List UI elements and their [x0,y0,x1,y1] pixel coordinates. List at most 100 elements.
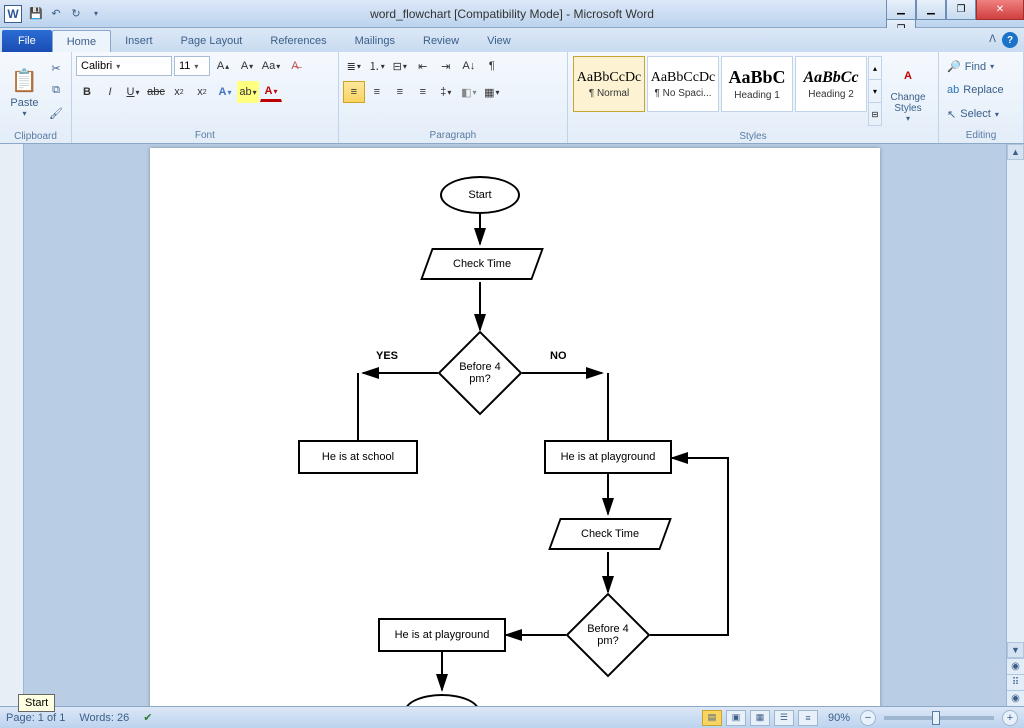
quick-access-toolbar: 💾 ↶ ↻ ▾ [28,6,104,22]
find-button[interactable]: 🔎Find▾ [943,57,1019,77]
strikethrough-button[interactable]: abc [145,81,167,103]
format-painter-icon[interactable]: 🖌 [47,105,65,123]
style-heading-2[interactable]: AaBbCcHeading 2 [795,56,867,112]
zoom-out-button[interactable]: − [860,710,876,726]
tab-references[interactable]: References [256,30,340,52]
view-print-layout-button[interactable]: ▤ [702,710,722,726]
bullets-button[interactable]: ≣▾ [343,55,365,77]
redo-icon[interactable]: ↻ [68,6,84,22]
multilevel-button[interactable]: ⊟▾ [389,55,411,77]
help-icon[interactable]: ? [1002,32,1018,48]
label-yes: YES [376,350,398,362]
sort-button[interactable]: A↓ [458,55,480,77]
status-proofing-icon[interactable]: ✔ [143,711,152,724]
bold-button[interactable]: B [76,81,98,103]
tab-page-layout[interactable]: Page Layout [167,30,257,52]
numbering-button[interactable]: ⒈▾ [366,55,388,77]
node-at-playground-1[interactable]: He is at playground [544,440,672,474]
align-center-button[interactable]: ≡ [366,81,388,103]
page: Start Check Time Before 4 pm? YES NO He … [150,148,880,706]
node-check-time-1[interactable]: Check Time [420,248,544,280]
status-words[interactable]: Words: 26 [79,712,129,724]
zoom-in-button[interactable]: + [1002,710,1018,726]
font-name-combo[interactable]: Calibri▾ [76,56,172,76]
italic-button[interactable]: I [99,81,121,103]
replace-button[interactable]: abReplace [943,80,1019,100]
shrink-font-button[interactable]: A▾ [236,55,258,77]
close-button[interactable]: ✕ [976,0,1024,20]
qat-more-icon[interactable]: ▾ [88,6,104,22]
tab-home[interactable]: Home [52,30,111,52]
justify-button[interactable]: ≡ [412,81,434,103]
minimize-button[interactable]: ▁ [916,0,946,20]
collapse-ribbon-icon[interactable]: ᐱ [989,34,996,45]
browse-next-icon[interactable]: ◉ [1007,690,1024,706]
node-check-time-2[interactable]: Check Time [548,518,672,550]
align-left-button[interactable]: ≡ [343,81,365,103]
underline-button[interactable]: U▾ [122,81,144,103]
scroll-up-icon[interactable]: ▲ [1007,144,1024,160]
label-no: NO [550,350,567,362]
node-at-playground-2[interactable]: He is at playground [378,618,506,652]
browse-object-icon[interactable]: ⠿ [1007,674,1024,690]
zoom-slider[interactable] [884,716,994,720]
change-styles-button[interactable]: A Change Styles ▾ [882,55,934,127]
tab-file[interactable]: File [2,30,52,52]
save-icon[interactable]: 💾 [28,6,44,22]
tab-review[interactable]: Review [409,30,473,52]
node-stop[interactable]: Stop [404,694,480,706]
node-decision-2[interactable]: Before 4 pm? [566,593,651,678]
superscript-button[interactable]: x2 [191,81,213,103]
show-marks-button[interactable]: ¶ [481,55,503,77]
change-styles-label: Change Styles [882,92,934,114]
tab-mailings[interactable]: Mailings [341,30,409,52]
zoom-level[interactable]: 90% [828,712,850,724]
undo-icon[interactable]: ↶ [48,6,64,22]
node-decision-1[interactable]: Before 4 pm? [438,331,523,416]
copy-icon[interactable]: ⧉ [47,82,65,100]
cut-icon[interactable]: ✂ [47,59,65,77]
group-label-editing: Editing [939,129,1023,143]
browse-prev-icon[interactable]: ◉ [1007,658,1024,674]
style-heading-1[interactable]: AaBbCHeading 1 [721,56,793,112]
window-title: word_flowchart [Compatibility Mode] - Mi… [370,7,654,21]
node-start[interactable]: Start [440,176,520,214]
view-draft-button[interactable]: ≡ [798,710,818,726]
style-no-spacing[interactable]: AaBbCcDc¶ No Spaci... [647,56,719,112]
font-color-button[interactable]: A▾ [260,82,282,102]
view-outline-button[interactable]: ☰ [774,710,794,726]
document-area[interactable]: Start Check Time Before 4 pm? YES NO He … [24,144,1006,706]
maximize-button[interactable]: ❐ [946,0,976,20]
decrease-indent-button[interactable]: ⇤ [412,55,434,77]
tab-view[interactable]: View [473,30,525,52]
vertical-scrollbar[interactable]: ▲ ▼ ◉ ⠿ ◉ [1006,144,1024,706]
highlight-button[interactable]: ab▾ [237,81,259,103]
select-button[interactable]: ↖Select▾ [943,104,1019,124]
node-at-school[interactable]: He is at school [298,440,418,474]
styles-up-icon[interactable]: ▴ [869,57,881,80]
doc-minimize-button[interactable]: ▁ [886,0,916,20]
change-case-button[interactable]: Aa▾ [260,55,282,77]
subscript-button[interactable]: x2 [168,81,190,103]
status-page[interactable]: Page: 1 of 1 [6,712,65,724]
grow-font-button[interactable]: A▴ [212,55,234,77]
borders-button[interactable]: ▦▾ [481,81,503,103]
text-effects-button[interactable]: A▾ [214,81,236,103]
flowchart-arrows [150,148,880,706]
zoom-thumb[interactable] [932,711,940,725]
style-normal[interactable]: AaBbCcDc¶ Normal [573,56,645,112]
view-web-button[interactable]: ▦ [750,710,770,726]
group-label-clipboard: Clipboard [0,130,71,143]
styles-more-icon[interactable]: ⊟ [869,103,881,125]
view-full-screen-button[interactable]: ▣ [726,710,746,726]
align-right-button[interactable]: ≡ [389,81,411,103]
clear-formatting-button[interactable]: A̶ [284,55,306,77]
font-size-combo[interactable]: 11▾ [174,56,210,76]
shading-button[interactable]: ◧▾ [458,81,480,103]
styles-down-icon[interactable]: ▾ [869,80,881,103]
tab-insert[interactable]: Insert [111,30,167,52]
paste-button[interactable]: 📋 Paste ▾ [4,55,45,127]
increase-indent-button[interactable]: ⇥ [435,55,457,77]
line-spacing-button[interactable]: ‡▾ [435,81,457,103]
scroll-down-icon[interactable]: ▼ [1007,642,1024,658]
